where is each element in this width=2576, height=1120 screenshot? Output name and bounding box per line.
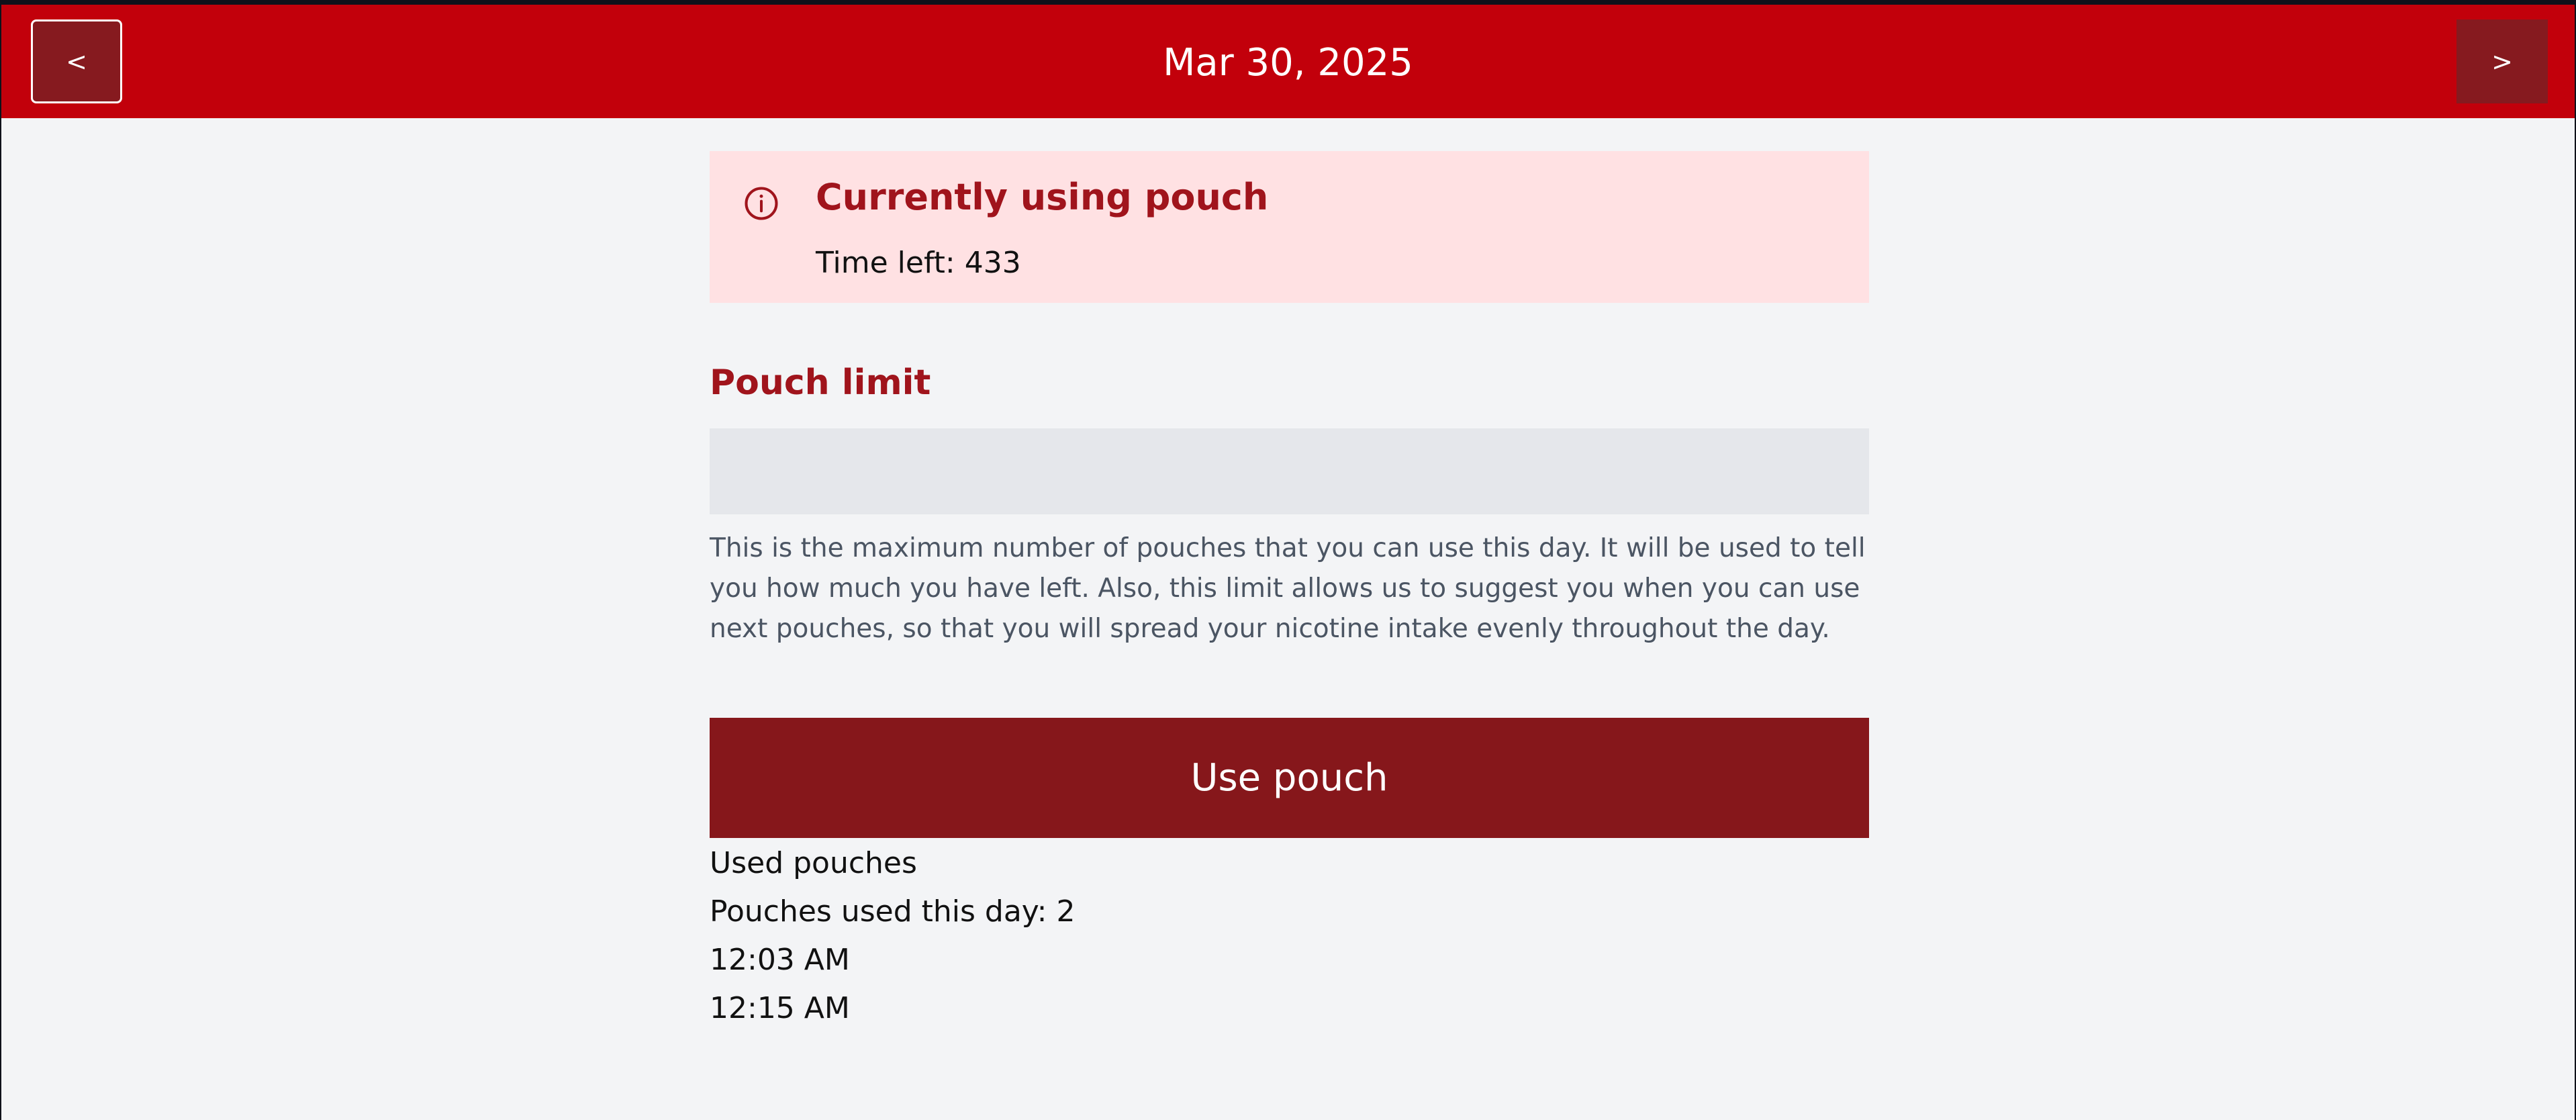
pouch-limit-input[interactable]: [710, 428, 1869, 514]
app-window: < Mar 30, 2025 > Currently using pouch T…: [1, 5, 2575, 1120]
pouch-tracker-content: Currently using pouch Time left: 433 Pou…: [710, 151, 1869, 1025]
selected-date: Mar 30, 2025: [1163, 41, 1413, 85]
time-left-text: Time left: 433: [816, 246, 1021, 280]
alert-title: Currently using pouch: [816, 176, 1269, 218]
used-pouch-time: 12:15 AM: [710, 991, 850, 1025]
used-pouch-time-list: 12:03 AM 12:15 AM: [710, 942, 1869, 1039]
date-navigation-bar: < Mar 30, 2025 >: [1, 5, 2575, 118]
used-pouch-time: 12:03 AM: [710, 943, 850, 977]
info-icon: [745, 187, 778, 220]
current-pouch-alert: Currently using pouch Time left: 433: [710, 151, 1869, 303]
next-day-button[interactable]: >: [2456, 19, 2548, 103]
pouch-limit-help-text: This is the maximum number of pouches th…: [710, 533, 1866, 644]
pouch-limit-label: Pouch limit: [710, 363, 931, 403]
use-pouch-button[interactable]: Use pouch: [710, 718, 1869, 838]
used-pouches-title: Used pouches: [710, 846, 917, 880]
pouches-used-count: Pouches used this day: 2: [710, 894, 1076, 929]
